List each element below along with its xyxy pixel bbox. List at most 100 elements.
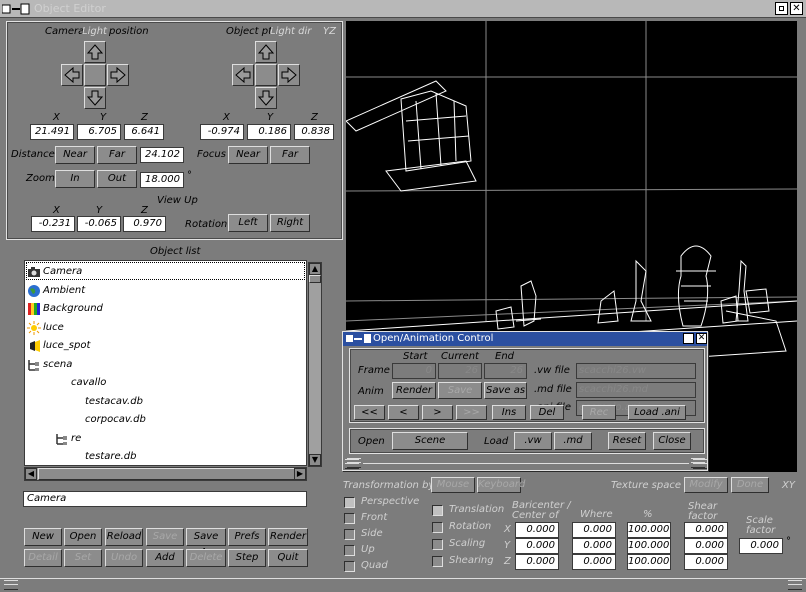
- list-item[interactable]: testacav.db: [69, 393, 143, 411]
- hscroll-thumb[interactable]: [38, 468, 296, 480]
- obj-y-field[interactable]: 0.186: [247, 124, 291, 140]
- front-checkbox[interactable]: [344, 513, 355, 524]
- vw-file-field[interactable]: scacchi26.vw: [576, 363, 696, 379]
- keyboard-button[interactable]: Keyboard: [477, 477, 525, 493]
- modify-button[interactable]: Modify: [684, 477, 728, 493]
- shearing-checkbox[interactable]: [432, 556, 443, 567]
- camera-down-arrow-icon[interactable]: [84, 87, 106, 109]
- load-ani-button[interactable]: Load .ani: [628, 405, 686, 420]
- obj-z-field[interactable]: 0.838: [294, 124, 334, 140]
- obj-x-field[interactable]: -0.974: [200, 124, 244, 140]
- object-name-field[interactable]: Camera: [23, 491, 307, 507]
- scale-field[interactable]: 0.000: [739, 538, 783, 554]
- scroll-right-icon[interactable]: ▶: [294, 468, 306, 480]
- vu-x-field[interactable]: -0.231: [31, 216, 75, 232]
- object-down-arrow-icon[interactable]: [255, 87, 277, 109]
- open-scene-button[interactable]: Scene: [392, 432, 468, 450]
- current-field[interactable]: 26: [438, 363, 482, 379]
- list-item[interactable]: corpocav.db: [69, 411, 146, 429]
- pct-x-field[interactable]: 100.000: [627, 522, 671, 538]
- shear-y-field[interactable]: 0.000: [684, 538, 728, 554]
- scroll-down-icon[interactable]: ▼: [309, 454, 321, 466]
- load-vw-button[interactable]: .vw: [514, 432, 552, 450]
- quit-button[interactable]: Quit: [268, 549, 308, 567]
- scroll-thumb[interactable]: [309, 275, 321, 283]
- close-icon[interactable]: ✕: [790, 2, 803, 15]
- pos-z-field[interactable]: 6.641: [124, 124, 164, 140]
- object-list[interactable]: Camera Ambient Background luce luce_spot scen…: [24, 260, 307, 466]
- undo-button[interactable]: Undo: [105, 549, 143, 567]
- list-item[interactable]: Ambient: [27, 282, 85, 300]
- perspective-checkbox[interactable]: [344, 497, 355, 508]
- rotation-right-button[interactable]: Right: [270, 214, 310, 232]
- viewport-grip-left[interactable]: [345, 459, 359, 469]
- start-field[interactable]: 0: [392, 363, 436, 379]
- zoom-in-button[interactable]: In: [55, 170, 95, 188]
- reset-button[interactable]: Reset: [608, 432, 646, 450]
- where-x-field[interactable]: 0.000: [572, 522, 616, 538]
- scroll-up-icon[interactable]: ▲: [309, 263, 321, 275]
- viewport-grip-right[interactable]: [693, 459, 707, 469]
- md-file-field[interactable]: scacchi26.md: [576, 382, 696, 398]
- object-up-arrow-icon[interactable]: [255, 41, 277, 63]
- dialog-maximize-icon[interactable]: [683, 333, 694, 344]
- open-button[interactable]: Open: [64, 528, 102, 546]
- distance-field[interactable]: 24.102: [140, 147, 184, 163]
- distance-far-button[interactable]: Far: [97, 146, 137, 164]
- focus-near-button[interactable]: Near: [228, 146, 268, 164]
- object-right-arrow-icon[interactable]: [278, 64, 300, 86]
- window-menu-icon[interactable]: [2, 3, 30, 15]
- anim-render-button[interactable]: Render: [392, 382, 436, 399]
- object-pt-label[interactable]: Object pt: [226, 26, 272, 37]
- zoom-field[interactable]: 18.000: [140, 172, 184, 188]
- rotation-left-button[interactable]: Left: [228, 214, 268, 232]
- bary-z-field[interactable]: 0.000: [515, 554, 559, 570]
- dialog-menu-icon[interactable]: [346, 334, 372, 344]
- add-button[interactable]: Add: [146, 549, 184, 567]
- yz-label[interactable]: YZ: [323, 26, 336, 37]
- next-frame-button[interactable]: >: [422, 405, 453, 420]
- insert-frame-button[interactable]: Ins: [492, 405, 526, 420]
- status-grip-right[interactable]: [788, 580, 802, 590]
- step-button[interactable]: Step: [228, 549, 266, 567]
- bary-y-field[interactable]: 0.000: [515, 538, 559, 554]
- list-item[interactable]: luce: [27, 319, 64, 337]
- focus-far-button[interactable]: Far: [270, 146, 310, 164]
- zoom-out-button[interactable]: Out: [97, 170, 137, 188]
- light-dir-label[interactable]: Light dir: [270, 26, 311, 37]
- last-frame-button[interactable]: >>: [456, 405, 487, 420]
- list-item[interactable]: scena: [27, 356, 72, 374]
- delete-button[interactable]: Delete: [186, 549, 226, 567]
- prev-frame-button[interactable]: <: [388, 405, 419, 420]
- save-button[interactable]: Save: [146, 528, 184, 546]
- up-checkbox[interactable]: [344, 545, 355, 556]
- maximize-icon[interactable]: [775, 2, 788, 15]
- pct-y-field[interactable]: 100.000: [627, 538, 671, 554]
- camera-up-arrow-icon[interactable]: [84, 41, 106, 63]
- reload-button[interactable]: Reload: [105, 528, 143, 546]
- vu-y-field[interactable]: -0.065: [77, 216, 121, 232]
- bary-x-field[interactable]: 0.000: [515, 522, 559, 538]
- list-item[interactable]: Background: [27, 300, 103, 318]
- anim-save-button[interactable]: Save: [438, 382, 482, 399]
- scroll-left-icon[interactable]: ◀: [25, 468, 37, 480]
- status-grip-left[interactable]: [4, 580, 18, 590]
- where-z-field[interactable]: 0.000: [572, 554, 616, 570]
- scaling-checkbox[interactable]: [432, 539, 443, 550]
- quad-checkbox[interactable]: [344, 561, 355, 572]
- translation-checkbox[interactable]: [432, 505, 443, 516]
- mouse-button[interactable]: Mouse: [431, 477, 475, 493]
- list-item[interactable]: testare.db: [69, 448, 136, 466]
- list-item[interactable]: re: [55, 430, 81, 448]
- prefs-button[interactable]: Prefs: [228, 528, 266, 546]
- where-y-field[interactable]: 0.000: [572, 538, 616, 554]
- dialog-close-icon[interactable]: ✕: [696, 333, 707, 344]
- list-item[interactable]: cavallo: [55, 374, 106, 392]
- light-label[interactable]: Light: [82, 26, 107, 37]
- vu-z-field[interactable]: 0.970: [123, 216, 166, 232]
- render-button[interactable]: Render: [268, 528, 308, 546]
- vertical-scrollbar[interactable]: ▲ ▼: [308, 262, 322, 467]
- rec-button[interactable]: Rec: [582, 405, 616, 420]
- list-item[interactable]: Camera: [27, 263, 82, 281]
- distance-near-button[interactable]: Near: [55, 146, 95, 164]
